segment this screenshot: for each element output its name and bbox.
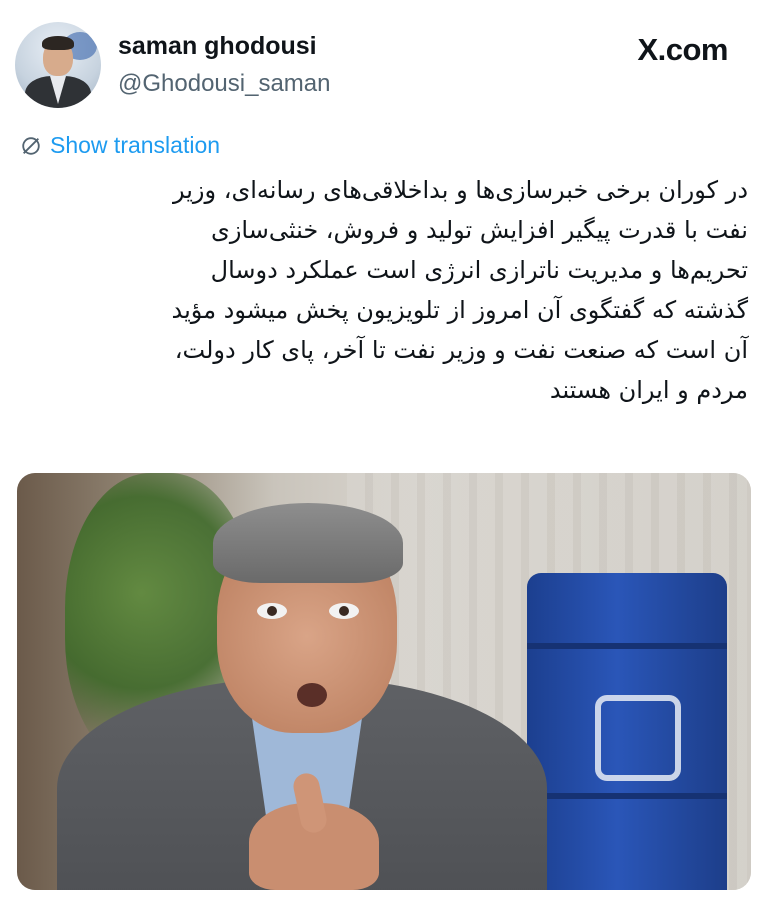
tweet-text: در کوران برخی خبرسازی‌ها و بداخلاقی‌های … <box>20 170 748 410</box>
display-name[interactable]: saman ghodousi <box>118 32 317 61</box>
show-translation-button[interactable]: Show translation <box>20 132 220 159</box>
media-person-eye <box>257 603 287 619</box>
media-person-mouth <box>297 683 327 707</box>
user-handle[interactable]: @Ghodousi_saman <box>118 70 330 98</box>
tweet-line: نفت با قدرت پیگیر افزایش تولید و فروش، خ… <box>211 216 748 244</box>
tweet-line: در کوران برخی خبرسازی‌ها و بداخلاقی‌های … <box>172 176 748 204</box>
tweet-line: گذشته که گفتگوی آن امروز از تلویزیون پخش… <box>171 296 748 324</box>
tweet-line: آن است که صنعت نفت و وزیر نفت تا آخر، پا… <box>174 336 748 364</box>
avatar[interactable] <box>15 22 101 108</box>
media-barrel-band <box>527 793 727 799</box>
media-person-eye <box>329 603 359 619</box>
media-barrel-band <box>527 643 727 649</box>
show-translation-label: Show translation <box>50 132 221 158</box>
media-opec-logo <box>595 695 681 781</box>
globe-slash-icon <box>22 136 40 155</box>
tweet-line: مردم و ایران هستند <box>549 376 748 404</box>
tweet-media-image[interactable] <box>17 473 751 890</box>
avatar-hair <box>42 36 74 50</box>
brand-logo: X.com <box>637 32 728 67</box>
tweet-line: تحریم‌ها و مدیریت ناترازی انرژی است عملک… <box>210 256 748 284</box>
media-person-hair <box>213 503 403 583</box>
